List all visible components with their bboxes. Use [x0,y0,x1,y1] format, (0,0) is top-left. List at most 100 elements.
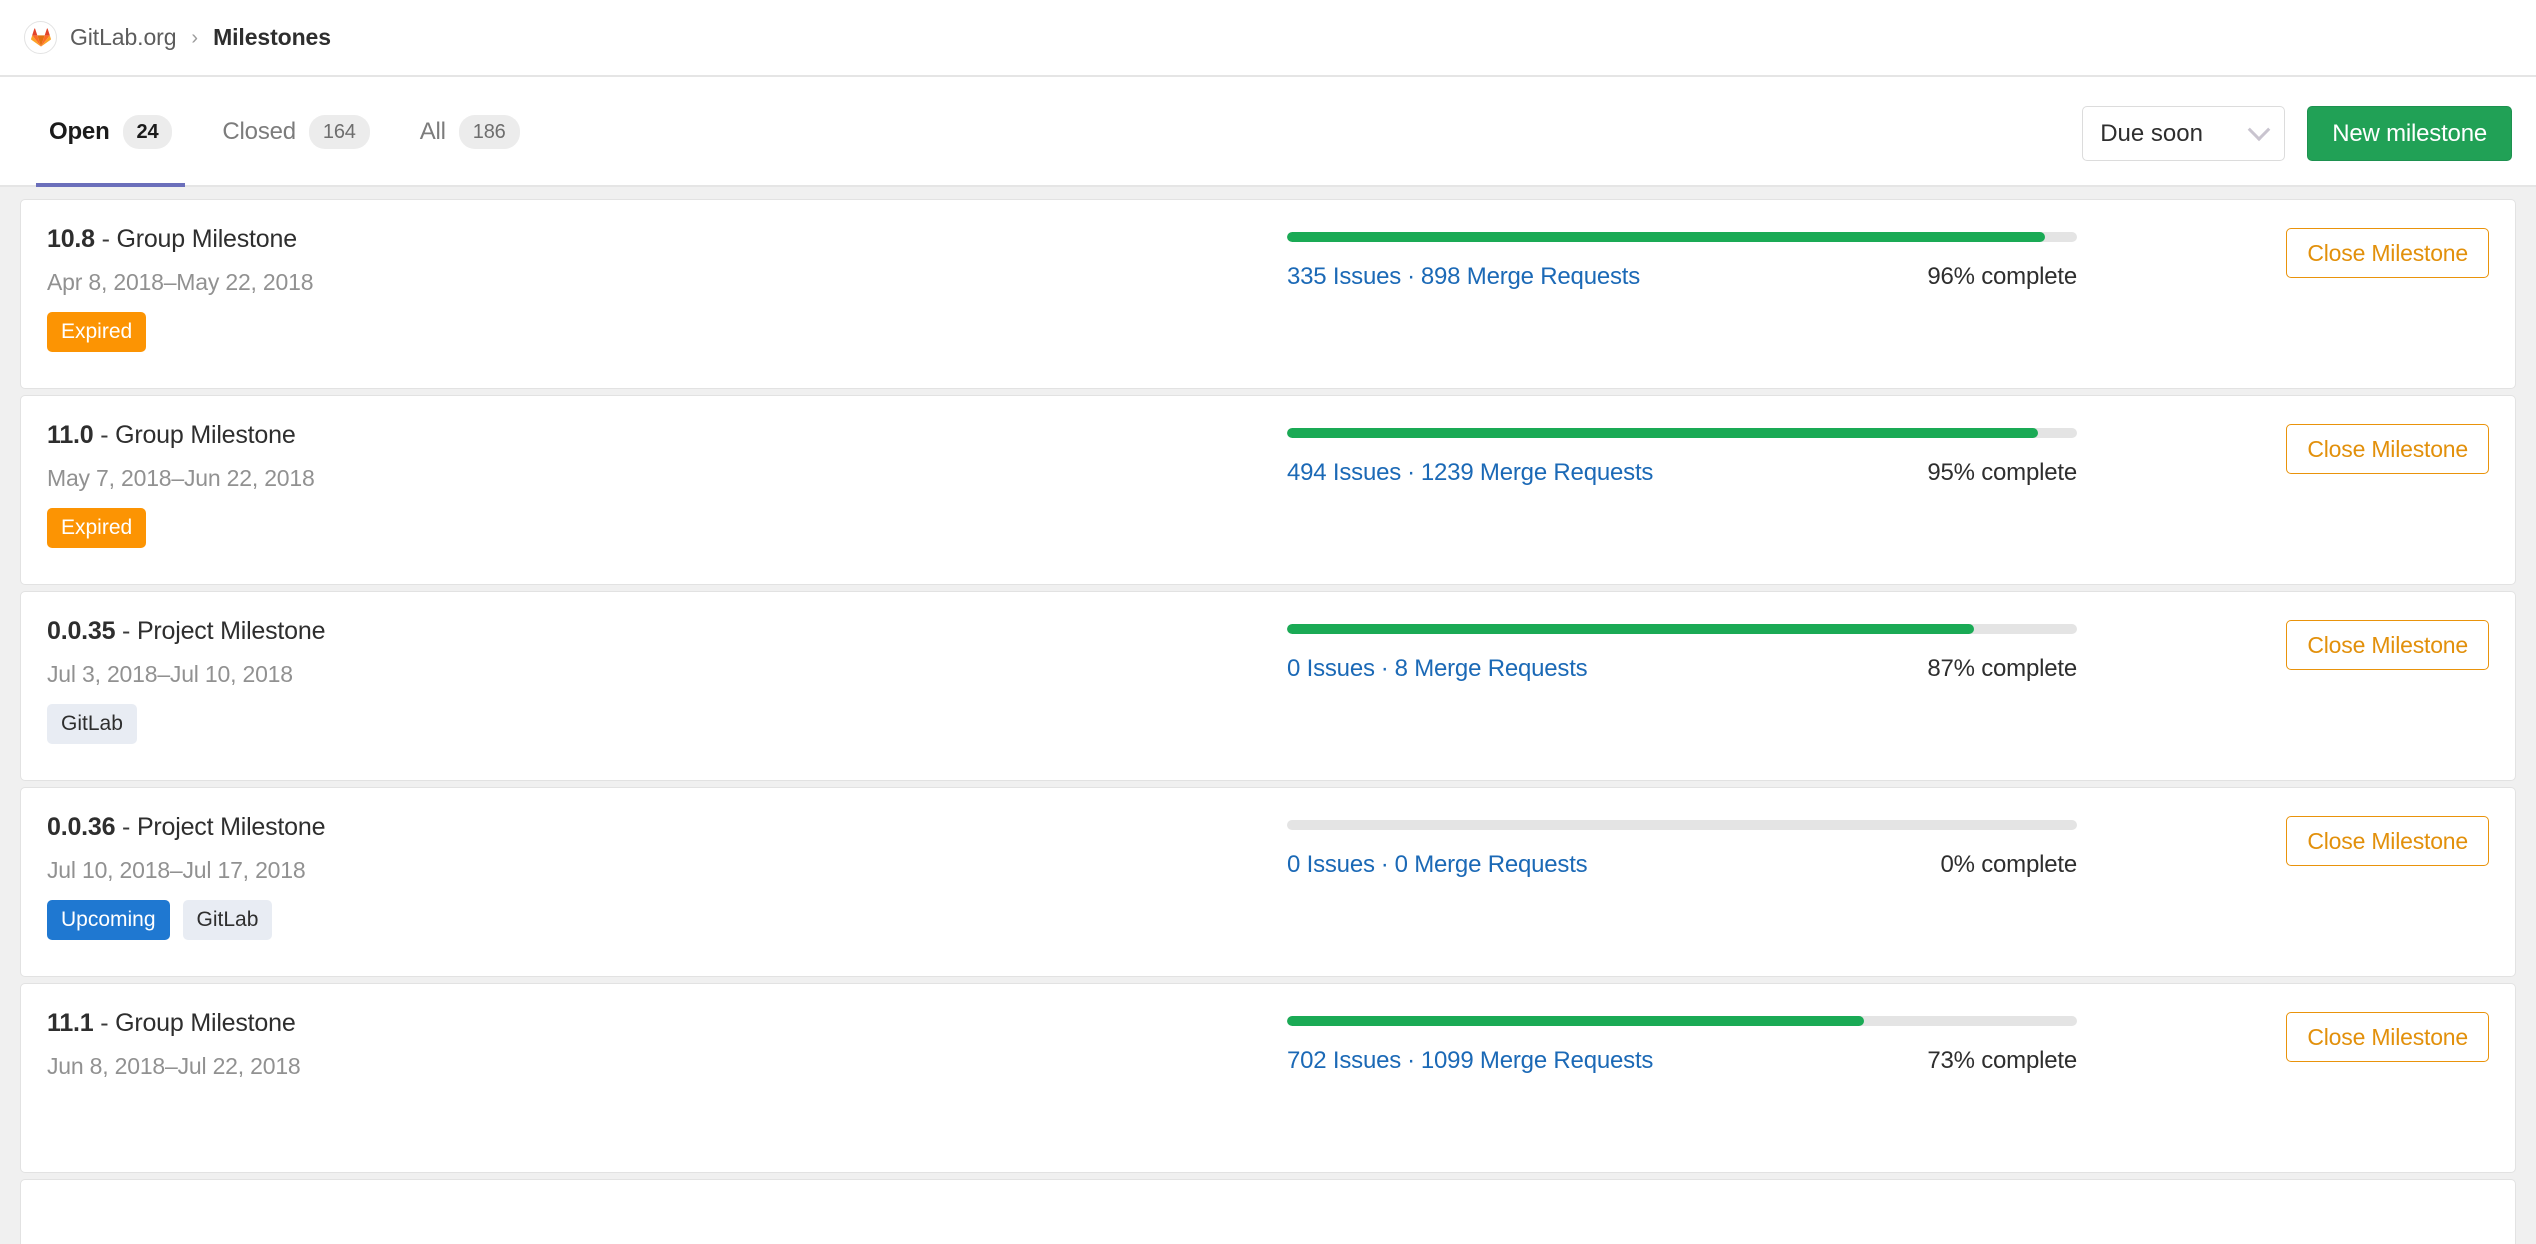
tab-open-label: Open [49,118,110,146]
milestone-progress-section: 0 Issues·0 Merge Requests 0% complete [1287,810,2077,879]
status-badge: Expired [47,508,146,548]
milestone-stats: 0 Issues·8 Merge Requests 87% complete [1287,655,2077,683]
milestone-title[interactable]: 10.8 - Group Milestone [47,225,1287,254]
milestone-dash: - [93,421,115,449]
milestone-card[interactable]: 10.8 - Group Milestone Apr 8, 2018–May 2… [20,199,2516,389]
milestone-actions: Close Milestone [2286,614,2489,670]
milestone-version: 10.8 [47,225,95,253]
close-milestone-button[interactable]: Close Milestone [2286,1012,2489,1062]
issues-link[interactable]: 335 Issues [1287,263,1401,290]
milestone-info: 0.0.35 - Project Milestone Jul 3, 2018–J… [47,614,1287,744]
tab-closed[interactable]: Closed 164 [197,77,394,187]
milestone-title[interactable]: 0.0.36 - Project Milestone [47,813,1287,842]
status-badge: Upcoming [47,900,170,940]
new-milestone-button[interactable]: New milestone [2307,106,2512,161]
issues-link[interactable]: 702 Issues [1287,1047,1401,1074]
milestone-card[interactable]: 0.0.35 - Project Milestone Jul 3, 2018–J… [20,591,2516,781]
milestone-stats: 494 Issues·1239 Merge Requests 95% compl… [1287,459,2077,487]
state-tabs: Open 24 Closed 164 All 186 [24,77,545,187]
milestone-info: 11.1 - Group Milestone Jun 8, 2018–Jul 2… [47,1006,1287,1098]
breadcrumb: GitLab.org › Milestones [0,0,2536,77]
milestone-card[interactable]: 11.1 - Group Milestone Jun 8, 2018–Jul 2… [20,983,2516,1173]
tab-closed-count: 164 [309,115,370,149]
progress-bar [1287,232,2077,242]
project-badge: GitLab [183,900,273,940]
progress-bar [1287,1016,2077,1026]
progress-bar [1287,820,2077,830]
stats-separator: · [1381,851,1389,878]
milestone-badges: GitLab [47,704,1287,744]
chevron-down-icon [2248,118,2271,141]
percent-complete-label: 95% complete [1927,459,2077,487]
issues-link[interactable]: 0 Issues [1287,851,1375,878]
close-milestone-button[interactable]: Close Milestone [2286,228,2489,278]
percent-complete-label: 0% complete [1940,851,2077,879]
milestone-counts: 702 Issues·1099 Merge Requests [1287,1047,1653,1075]
milestone-dates: May 7, 2018–Jun 22, 2018 [47,465,1287,492]
milestone-kind: Group Milestone [115,1009,295,1037]
stats-separator: · [1407,1047,1415,1074]
merge-requests-link[interactable]: 8 Merge Requests [1395,655,1588,682]
breadcrumb-group-link[interactable]: GitLab.org [70,24,176,51]
milestone-badges: Upcoming GitLab [47,900,1287,940]
status-badge: Expired [47,312,146,352]
close-milestone-button[interactable]: Close Milestone [2286,816,2489,866]
milestone-dates: Jul 10, 2018–Jul 17, 2018 [47,857,1287,884]
milestone-kind: Group Milestone [116,225,296,253]
milestone-dash: - [95,225,117,253]
milestone-dates: Apr 8, 2018–May 22, 2018 [47,269,1287,296]
milestone-version: 11.0 [47,421,93,449]
milestone-title[interactable]: 11.0 - Group Milestone [47,421,1287,450]
tab-closed-label: Closed [222,118,296,146]
percent-complete-label: 96% complete [1927,263,2077,291]
milestone-badges [47,1096,1287,1098]
milestone-card[interactable]: 11.0 - Group Milestone May 7, 2018–Jun 2… [20,395,2516,585]
milestone-progress-section: 335 Issues·898 Merge Requests 96% comple… [1287,222,2077,291]
milestone-info: 10.8 - Group Milestone Apr 8, 2018–May 2… [47,222,1287,352]
progress-bar-fill [1287,624,1974,634]
milestone-stats: 335 Issues·898 Merge Requests 96% comple… [1287,263,2077,291]
milestone-kind: Project Milestone [137,617,325,645]
breadcrumb-separator: › [191,28,198,48]
project-badge: GitLab [47,704,137,744]
milestone-version: 0.0.35 [47,617,115,645]
close-milestone-button[interactable]: Close Milestone [2286,620,2489,670]
milestone-title[interactable]: 0.0.35 - Project Milestone [47,617,1287,646]
toolbar-actions: Due soon New milestone [2082,77,2512,161]
close-milestone-button[interactable]: Close Milestone [2286,424,2489,474]
milestone-actions: Close Milestone [2286,418,2489,474]
milestone-counts: 335 Issues·898 Merge Requests [1287,263,1640,291]
stats-separator: · [1381,655,1389,682]
milestone-card[interactable] [20,1179,2516,1244]
milestone-title[interactable]: 11.1 - Group Milestone [47,1009,1287,1038]
gitlab-fox-logo-icon [24,21,57,54]
merge-requests-link[interactable]: 0 Merge Requests [1395,851,1588,878]
sort-dropdown-value: Due soon [2100,120,2203,148]
milestone-stats: 0 Issues·0 Merge Requests 0% complete [1287,851,2077,879]
tab-all[interactable]: All 186 [395,77,545,187]
milestone-version: 0.0.36 [47,813,115,841]
milestone-dash: - [93,1009,115,1037]
progress-bar-fill [1287,1016,1864,1026]
tab-open[interactable]: Open 24 [24,77,197,187]
milestone-dash: - [115,617,137,645]
percent-complete-label: 87% complete [1927,655,2077,683]
milestone-kind: Group Milestone [115,421,295,449]
milestone-info: 0.0.36 - Project Milestone Jul 10, 2018–… [47,810,1287,940]
milestone-badges: Expired [47,508,1287,548]
milestone-version: 11.1 [47,1009,93,1037]
merge-requests-link[interactable]: 898 Merge Requests [1421,263,1640,290]
merge-requests-link[interactable]: 1099 Merge Requests [1421,1047,1653,1074]
milestones-list: 10.8 - Group Milestone Apr 8, 2018–May 2… [0,187,2536,1244]
milestone-counts: 0 Issues·8 Merge Requests [1287,655,1587,683]
progress-bar [1287,428,2077,438]
sort-dropdown[interactable]: Due soon [2082,106,2285,161]
issues-link[interactable]: 0 Issues [1287,655,1375,682]
milestones-toolbar: Open 24 Closed 164 All 186 Due soon New … [0,77,2536,187]
merge-requests-link[interactable]: 1239 Merge Requests [1421,459,1653,486]
issues-link[interactable]: 494 Issues [1287,459,1401,486]
stats-separator: · [1407,263,1415,290]
milestone-card[interactable]: 0.0.36 - Project Milestone Jul 10, 2018–… [20,787,2516,977]
milestone-dash: - [115,813,137,841]
tab-all-count: 186 [459,115,520,149]
